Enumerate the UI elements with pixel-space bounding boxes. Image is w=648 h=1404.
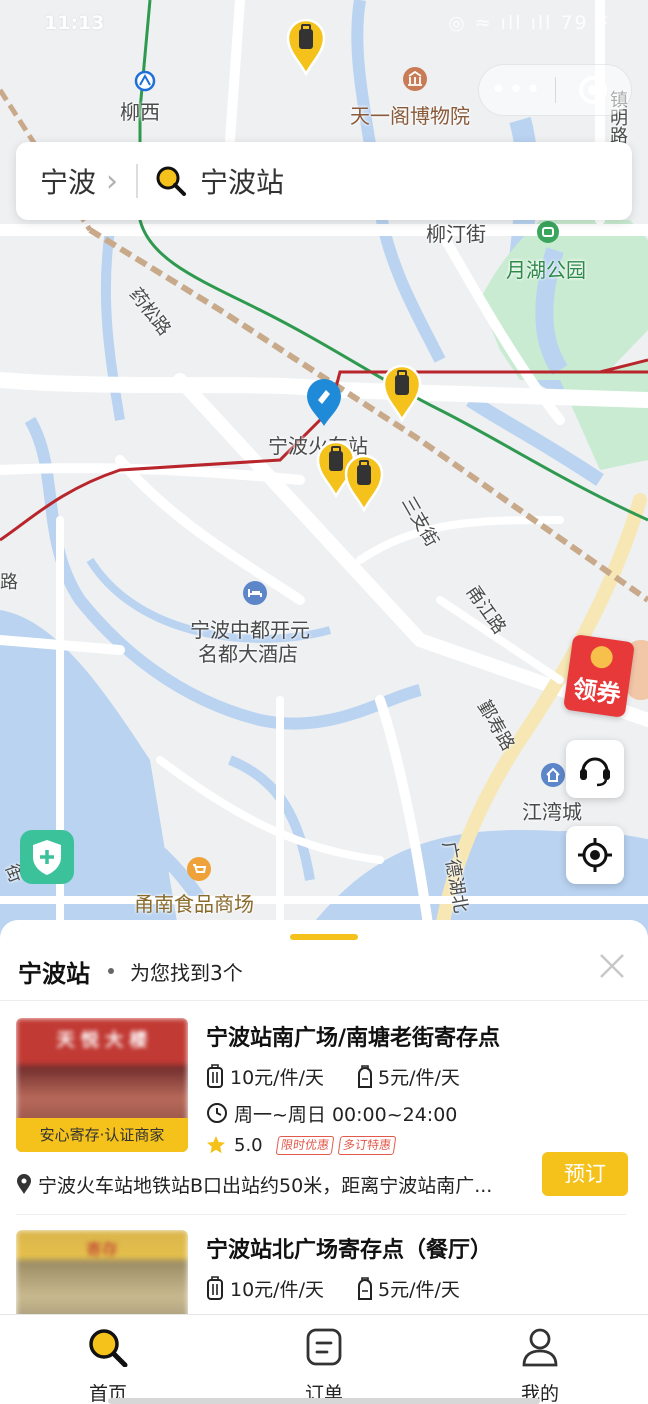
shop-poi-icon	[187, 857, 211, 881]
result-card[interactable]: 寄存 宁波站北广场寄存点（餐厅） 10元/件/天 5元/件/天	[16, 1230, 632, 1314]
customer-service-button[interactable]	[566, 740, 624, 798]
location-pin-icon	[17, 1174, 31, 1194]
title-dot	[108, 968, 114, 974]
locate-me-button[interactable]	[566, 826, 624, 884]
store-name: 宁波站南广场/南塘老街寄存点	[206, 1026, 501, 1051]
luggage-pin-4[interactable]	[344, 454, 384, 512]
chevron-right-icon[interactable]: ›	[106, 164, 118, 199]
park-poi-icon	[537, 221, 559, 243]
status-time: 11:13	[44, 12, 105, 34]
miniprogram-capsule: •••	[478, 64, 632, 116]
home-indicator	[108, 1398, 540, 1404]
sheet-drag-handle[interactable]	[290, 934, 358, 940]
map-label-market: 甬南食品商场	[134, 892, 254, 916]
headset-icon	[580, 757, 610, 787]
luggage-price: 10元/件/天	[230, 1066, 324, 1089]
luggage-pin-2[interactable]	[382, 364, 422, 422]
map-label-jiangwan: 江湾城	[522, 800, 582, 824]
store-sign-text: 天 悦 大 楼	[56, 1030, 148, 1051]
hours-row: 周一~周日 00:00~24:00	[206, 1100, 457, 1126]
tab-home[interactable]: 首页	[58, 1327, 158, 1404]
search-divider	[136, 164, 139, 198]
status-indicators: ◎ ≈ ıll ıll 79 ⚡	[448, 12, 612, 34]
map-label-yuehu-park: 月湖公园	[506, 258, 586, 282]
book-button[interactable]: 预订	[542, 1152, 628, 1196]
luggage-price: 10元/件/天	[230, 1278, 324, 1301]
map-label-museum: 天一阁博物院	[350, 104, 470, 128]
metro-station-icon	[134, 70, 156, 92]
backpack-icon	[357, 1065, 372, 1088]
bag-price: 5元/件/天	[377, 1066, 460, 1089]
search-input[interactable]: 宁波站	[200, 161, 284, 201]
tab-orders[interactable]: 订单	[274, 1327, 374, 1404]
sheet-title: 宁波站	[18, 959, 90, 988]
close-miniprogram-button[interactable]	[556, 76, 632, 104]
store-name: 宁波站北广场寄存点（餐厅）	[206, 1238, 493, 1263]
coupon-button[interactable]: 领券	[563, 634, 635, 718]
result-count: 为您找到3个	[130, 960, 243, 985]
search-bar: 宁波 › 宁波站	[16, 142, 632, 220]
shield-plus-icon	[33, 840, 61, 875]
promo-tag: 多订特惠	[337, 1135, 397, 1155]
map-view[interactable]: 柳西 天一阁博物院 柳汀街 月湖公园 药松路 宁波火车站 三支街 甬江路 宁波中…	[0, 0, 648, 940]
coupon-label: 领券	[571, 674, 623, 710]
target-circle-icon	[579, 76, 608, 104]
card-divider	[16, 1214, 626, 1215]
rating-score: 5.0	[234, 1134, 263, 1156]
price-row: 10元/件/天 5元/件/天	[206, 1274, 460, 1302]
clock-icon	[207, 1103, 227, 1123]
profile-icon	[522, 1328, 558, 1367]
order-icon	[306, 1328, 342, 1366]
store-address: 宁波火车站地铁站B口出站约50米，距离宁波站南广...	[38, 1174, 493, 1197]
crosshair-icon	[578, 838, 612, 872]
residence-poi-icon	[541, 763, 565, 787]
rating-row: 5.0 限时优惠 多订特惠	[206, 1132, 397, 1158]
store-sign-text: 寄存	[85, 1240, 118, 1259]
coupon-seal-icon	[589, 644, 615, 670]
close-icon[interactable]	[598, 952, 626, 980]
suitcase-icon	[207, 1064, 223, 1088]
result-card[interactable]: 天 悦 大 楼 安心寄存·认证商家 宁波站南广场/南塘老街寄存点 10元/件/天…	[16, 1018, 632, 1208]
hotel-poi-icon	[243, 581, 267, 605]
map-label-liuxi: 柳西	[120, 100, 160, 124]
map-label-road-left: 路	[0, 572, 18, 593]
bottom-tab-bar: 首页 订单 我的	[0, 1314, 648, 1404]
map-label-liuting-street: 柳汀街	[426, 222, 486, 246]
search-icon	[89, 1329, 128, 1368]
sheet-divider	[0, 1000, 648, 1001]
suitcase-icon	[207, 1276, 223, 1300]
status-bar: 11:13 ◎ ≈ ıll ıll 79 ⚡	[0, 0, 648, 48]
sheet-header: 宁波站 为您找到3个	[18, 954, 243, 988]
results-sheet: 宁波站 为您找到3个 天 悦 大 楼 安心寄存·认证商家 宁波站南广场/南塘老街…	[0, 920, 648, 1314]
store-photo: 天 悦 大 楼 安心寄存·认证商家	[16, 1018, 188, 1152]
certified-badge: 安心寄存·认证商家	[16, 1118, 188, 1152]
museum-poi-icon	[403, 67, 427, 91]
price-row: 10元/件/天 5元/件/天	[206, 1062, 460, 1090]
promo-tag: 限时优惠	[275, 1135, 334, 1155]
search-location-pin	[307, 379, 341, 426]
opening-hours: 周一~周日 00:00~24:00	[234, 1103, 458, 1126]
more-menu-button[interactable]: •••	[479, 64, 555, 116]
safety-shield-button[interactable]	[20, 830, 74, 884]
bag-price: 5元/件/天	[377, 1278, 460, 1301]
store-photo: 寄存	[16, 1230, 188, 1314]
map-label-hotel-line2: 名都大酒店	[198, 642, 298, 666]
search-icon	[156, 166, 187, 196]
tab-profile[interactable]: 我的	[490, 1327, 590, 1404]
star-icon	[207, 1136, 225, 1154]
address-row: 宁波火车站地铁站B口出站约50米，距离宁波站南广...	[16, 1170, 536, 1198]
backpack-icon	[357, 1277, 372, 1300]
city-selector[interactable]: 宁波	[40, 161, 96, 201]
